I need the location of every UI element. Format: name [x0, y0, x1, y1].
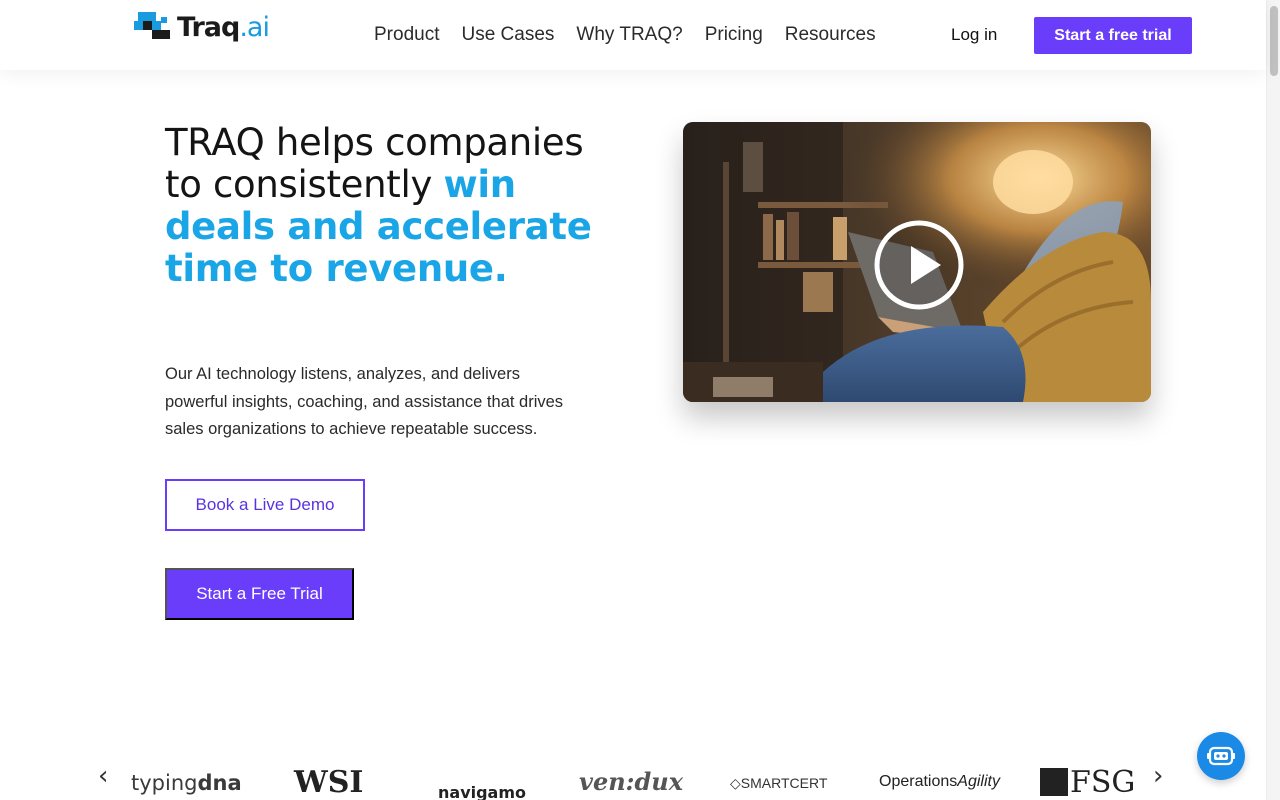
logo-operations-text: Operations: [879, 773, 958, 790]
start-free-trial-header-button[interactable]: Start a free trial: [1034, 17, 1192, 54]
traq-logo[interactable]: Traq.ai: [134, 9, 270, 45]
hero-headline: TRAQ helps companies to consistently win…: [165, 122, 605, 290]
main-nav: Product Use Cases Why TRAQ? Pricing Reso…: [374, 22, 898, 48]
nav-item-product[interactable]: Product: [374, 22, 439, 48]
chevron-left-icon[interactable]: ‹: [98, 763, 108, 789]
nav-item-resources[interactable]: Resources: [785, 22, 876, 48]
site-header: Traq.ai Product Use Cases Why TRAQ? Pric…: [0, 0, 1266, 70]
play-circle-icon[interactable]: [874, 220, 964, 310]
chevron-right-icon[interactable]: ›: [1153, 763, 1163, 789]
book-live-demo-button[interactable]: Book a Live Demo: [165, 479, 365, 531]
hero-description: Our AI technology listens, analyzes, and…: [165, 365, 564, 438]
login-link[interactable]: Log in: [951, 24, 997, 46]
headline-plain: TRAQ helps companies to consistently: [165, 121, 584, 206]
logo-typingdna-text-a: typing: [131, 771, 198, 795]
page-scrollbar[interactable]: [1266, 0, 1280, 800]
logo-operations-agility: OperationsAgility: [879, 773, 1000, 791]
nav-item-why-traq[interactable]: Why TRAQ?: [576, 22, 682, 48]
logo-vendux: ven:dux: [579, 767, 684, 796]
video-thumbnail: [683, 122, 1151, 402]
logo-typingdna: typingdna: [131, 771, 242, 795]
fsg-mark-icon: [1040, 768, 1068, 796]
logo-typingdna-text-b: dna: [197, 771, 242, 795]
logo-fsg-text: FSG: [1070, 765, 1136, 800]
hero-video[interactable]: [683, 122, 1151, 402]
chat-bot-icon: [1207, 746, 1235, 766]
logo-navigamo: navigamo: [438, 783, 527, 800]
page: Traq.ai Product Use Cases Why TRAQ? Pric…: [0, 0, 1280, 800]
logo-suffix: .ai: [239, 11, 270, 43]
logo-smartcert: ◇SMARTCERT: [730, 775, 827, 792]
logo-smartcert-text: SMARTCERT: [740, 775, 828, 791]
diamond-icon: ◇: [730, 775, 741, 791]
nav-item-use-cases[interactable]: Use Cases: [461, 22, 554, 48]
logo-agility-text: Agility: [957, 773, 1000, 790]
client-logo-carousel: ‹ typingdna WSI navigamo ven:dux ◇SMARTC…: [0, 755, 1266, 800]
nav-item-pricing[interactable]: Pricing: [705, 22, 763, 48]
logo-text: Traq.ai: [177, 11, 270, 43]
scrollbar-thumb[interactable]: [1270, 6, 1278, 76]
logo-fsg: FSG: [1040, 765, 1135, 800]
logo-mark-icon: [134, 10, 176, 44]
logo-wsi: WSI: [294, 765, 364, 800]
chat-widget-button[interactable]: [1197, 732, 1245, 780]
start-free-trial-button[interactable]: Start a Free Trial: [165, 568, 354, 620]
logo-name: Traq: [177, 11, 240, 43]
